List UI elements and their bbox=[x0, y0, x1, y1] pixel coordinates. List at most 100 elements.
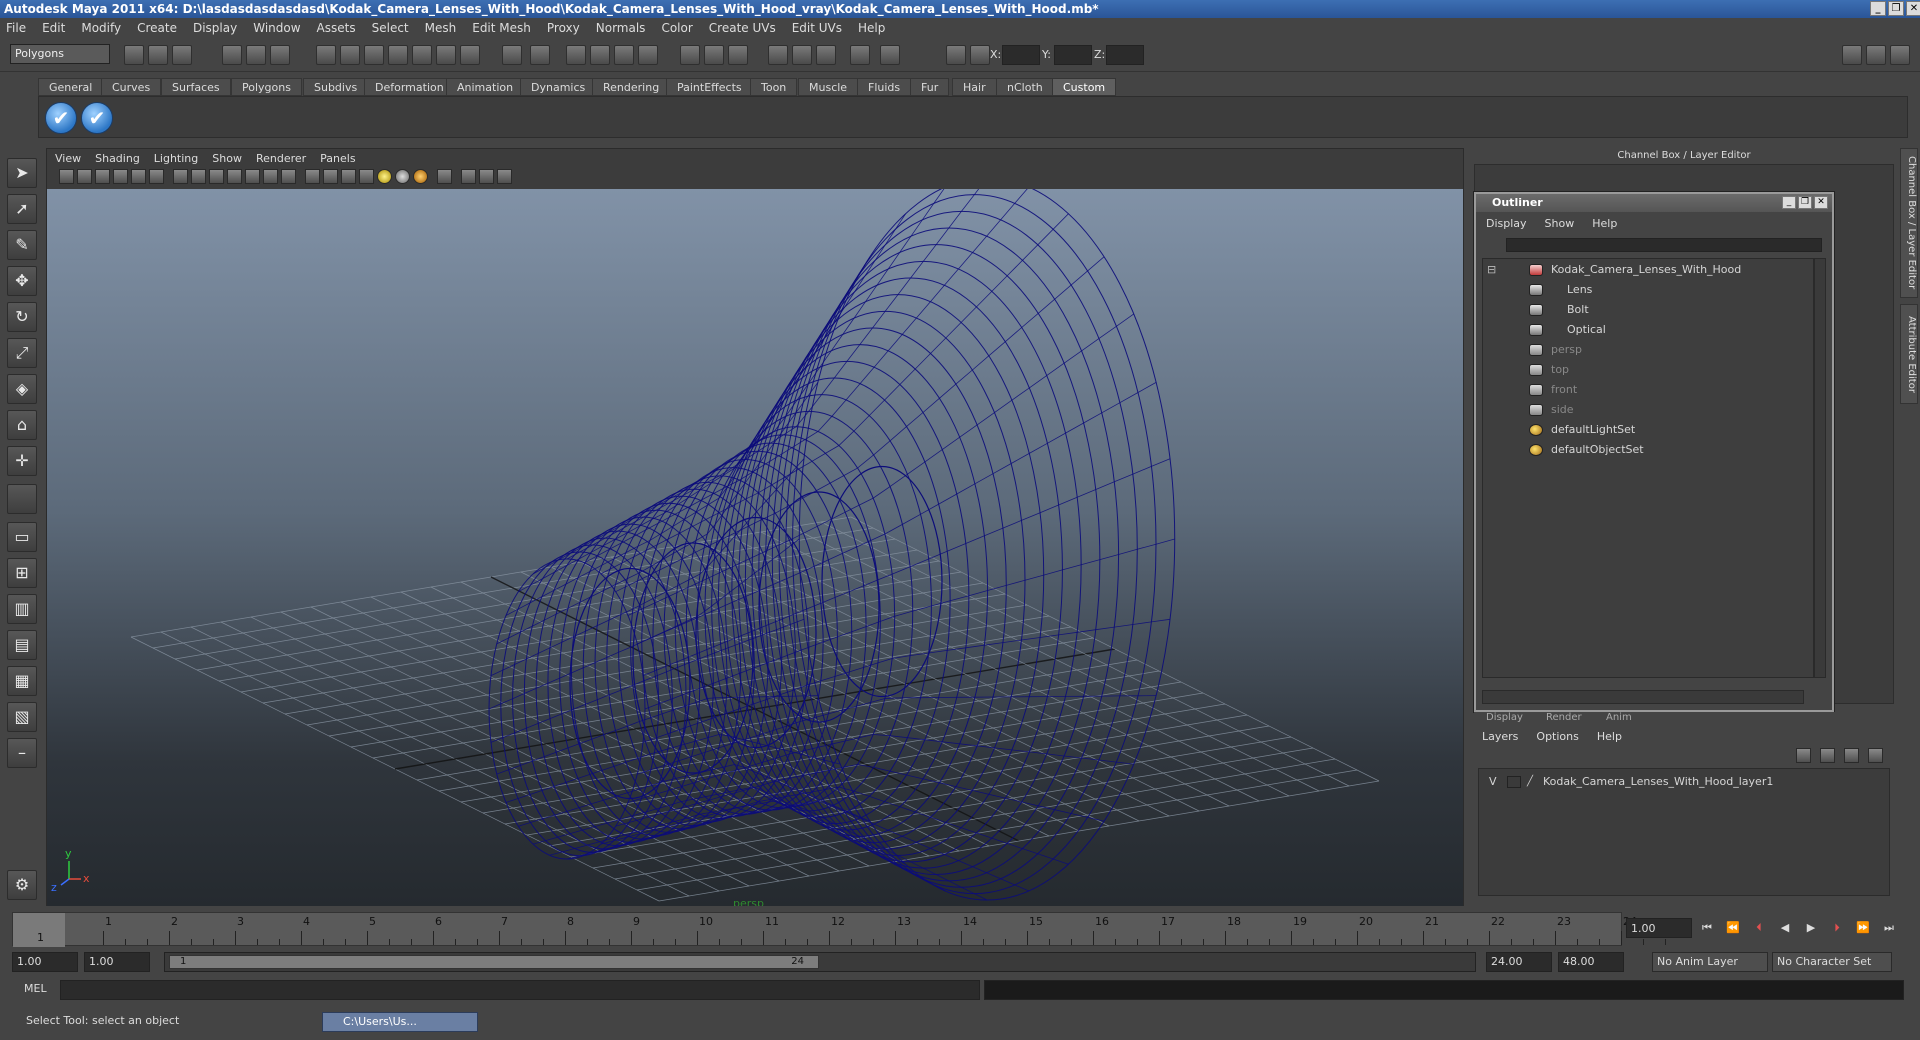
tool-settings-toggle-icon[interactable] bbox=[816, 45, 836, 65]
four-view-layout-icon[interactable]: ⊞ bbox=[7, 558, 37, 588]
channel-box-toggle-icon[interactable] bbox=[850, 45, 870, 65]
manipulator-icon[interactable]: ◈ bbox=[7, 374, 37, 404]
coord-toggle-icon[interactable] bbox=[946, 45, 966, 65]
go-to-end-icon[interactable]: ⏭ bbox=[1878, 919, 1900, 937]
minimized-window-tab[interactable]: C:\Users\Us... bbox=[322, 1012, 478, 1032]
layer-menu-layers[interactable]: Layers bbox=[1482, 730, 1518, 743]
select-component-icon[interactable] bbox=[270, 45, 290, 65]
backface-culling-icon[interactable] bbox=[497, 169, 512, 184]
playback-start-field[interactable]: 1.00 bbox=[84, 952, 150, 972]
render-settings-icon[interactable] bbox=[614, 45, 634, 65]
play-backwards-icon[interactable]: ◀ bbox=[1774, 919, 1796, 937]
animation-start-field[interactable]: 1.00 bbox=[12, 952, 78, 972]
show-channel-box-icon[interactable] bbox=[1842, 45, 1862, 65]
film-gate-icon[interactable] bbox=[191, 169, 206, 184]
persp-graph-layout-icon[interactable]: ▤ bbox=[7, 630, 37, 660]
xray-joints-icon[interactable] bbox=[479, 169, 494, 184]
layer-tab-anim[interactable]: Anim bbox=[1606, 712, 1632, 723]
side-tab-channel-box[interactable]: Channel Box / Layer Editor bbox=[1900, 148, 1918, 298]
select-hierarchy-icon[interactable] bbox=[222, 45, 242, 65]
menu-proxy[interactable]: Proxy bbox=[547, 21, 580, 35]
shelf-tab-dynamics[interactable]: Dynamics bbox=[520, 78, 597, 96]
bookmarks-icon[interactable] bbox=[95, 169, 110, 184]
rotate-tool-icon[interactable]: ↻ bbox=[7, 302, 37, 332]
input-line-icon[interactable] bbox=[680, 45, 700, 65]
last-tool-icon[interactable]: ✛ bbox=[7, 446, 37, 476]
persp-outliner-layout-icon[interactable]: ▥ bbox=[7, 594, 37, 624]
shadows-icon[interactable] bbox=[413, 169, 428, 184]
lock-icon[interactable] bbox=[502, 45, 522, 65]
single-perspective-layout-icon[interactable]: ▭ bbox=[7, 522, 37, 552]
menu-set-dropdown[interactable]: Polygons bbox=[10, 44, 110, 64]
step-back-frame-icon[interactable]: ⏴ bbox=[1748, 919, 1770, 937]
rename-icon[interactable] bbox=[704, 45, 724, 65]
history-icon[interactable] bbox=[436, 45, 456, 65]
grid-icon[interactable] bbox=[173, 169, 188, 184]
shelf-tab-ncloth[interactable]: nCloth bbox=[996, 78, 1054, 96]
safe-action-icon[interactable] bbox=[263, 169, 278, 184]
outliner-item-defaultlightset[interactable]: defaultLightSet bbox=[1487, 421, 1807, 439]
z-field[interactable] bbox=[1106, 45, 1144, 65]
scale-tool-icon[interactable]: ⤢ bbox=[7, 338, 37, 368]
wireframe-on-shaded-icon[interactable] bbox=[341, 169, 356, 184]
shelf-tab-custom[interactable]: Custom bbox=[1052, 78, 1117, 96]
move-layer-down-icon[interactable] bbox=[1820, 748, 1835, 763]
paint-select-icon[interactable]: ✎ bbox=[7, 230, 37, 260]
menu-normals[interactable]: Normals bbox=[596, 21, 646, 35]
select-object-icon[interactable] bbox=[246, 45, 266, 65]
save-scene-icon[interactable] bbox=[172, 45, 192, 65]
outliner-item-optical[interactable]: Optical bbox=[1487, 321, 1807, 339]
transform-mode-icon[interactable] bbox=[970, 45, 990, 65]
restore-button[interactable]: ❐ bbox=[1888, 1, 1904, 16]
outliner-item-persp[interactable]: persp bbox=[1487, 341, 1807, 359]
layer-tab-display[interactable]: Display bbox=[1486, 712, 1523, 723]
outliner-item-root[interactable]: ⊟ Kodak_Camera_Lenses_With_Hood bbox=[1487, 261, 1807, 279]
menu-edit[interactable]: Edit bbox=[42, 21, 65, 35]
outliner-vertical-scrollbar[interactable] bbox=[1814, 258, 1826, 678]
grease-pencil-icon[interactable] bbox=[149, 169, 164, 184]
current-time-field[interactable]: 1.00 bbox=[1626, 918, 1692, 938]
shelf-tab-toon[interactable]: Toon bbox=[750, 78, 798, 96]
shelf-tab-rendering[interactable]: Rendering bbox=[592, 78, 671, 96]
layout-options-icon[interactable]: – bbox=[7, 738, 37, 768]
two-d-pan-icon[interactable] bbox=[131, 169, 146, 184]
snap-point-icon[interactable] bbox=[364, 45, 384, 65]
resolution-gate-icon[interactable] bbox=[209, 169, 224, 184]
outliner-menu-help[interactable]: Help bbox=[1592, 217, 1617, 230]
menu-create-uvs[interactable]: Create UVs bbox=[709, 21, 776, 35]
snap-plane-icon[interactable] bbox=[388, 45, 408, 65]
hypershade-persp-layout-icon[interactable]: ▦ bbox=[7, 666, 37, 696]
outliner-horizontal-scrollbar[interactable] bbox=[1482, 690, 1804, 704]
close-button[interactable]: ✕ bbox=[1906, 1, 1920, 16]
mel-input-field[interactable] bbox=[60, 980, 980, 1000]
create-empty-layer-icon[interactable] bbox=[1844, 748, 1859, 763]
menu-mesh[interactable]: Mesh bbox=[425, 21, 457, 35]
menu-display[interactable]: Display bbox=[193, 21, 237, 35]
panel-menu-lighting[interactable]: Lighting bbox=[154, 152, 198, 165]
wireframe-shading-icon[interactable] bbox=[305, 169, 320, 184]
layer-visibility-toggle[interactable]: V bbox=[1489, 773, 1497, 791]
command-language-toggle[interactable]: MEL bbox=[24, 982, 47, 995]
outliner-item-lens[interactable]: Lens bbox=[1487, 281, 1807, 299]
range-slider[interactable]: 1 24 bbox=[164, 952, 1476, 972]
side-tab-attribute-editor[interactable]: Attribute Editor bbox=[1900, 304, 1918, 404]
isolate-select-icon[interactable] bbox=[437, 169, 452, 184]
outliner-maximize-button[interactable]: ❐ bbox=[1798, 196, 1812, 209]
outliner-close-button[interactable]: ✕ bbox=[1814, 196, 1828, 209]
hypershade-icon[interactable] bbox=[638, 45, 658, 65]
field-chart-icon[interactable] bbox=[245, 169, 260, 184]
make-live-icon[interactable] bbox=[412, 45, 432, 65]
layer-type-toggle[interactable] bbox=[1507, 776, 1521, 788]
play-forwards-icon[interactable]: ▶ bbox=[1800, 919, 1822, 937]
panel-menu-view[interactable]: View bbox=[55, 152, 81, 165]
time-slider[interactable]: 1 12345678910111213141516171819202122232… bbox=[12, 912, 1666, 947]
animation-end-field[interactable]: 48.00 bbox=[1558, 952, 1624, 972]
shelf-tab-fur[interactable]: Fur bbox=[910, 78, 950, 96]
shelf-tab-deformation[interactable]: Deformation bbox=[364, 78, 455, 96]
panel-menu-shading[interactable]: Shading bbox=[95, 152, 140, 165]
panel-menu-renderer[interactable]: Renderer bbox=[256, 152, 306, 165]
sidebar-toggle-icon[interactable] bbox=[768, 45, 788, 65]
smooth-shading-icon[interactable] bbox=[323, 169, 338, 184]
outliner-filter-field[interactable] bbox=[1506, 238, 1822, 252]
layer-menu-help[interactable]: Help bbox=[1597, 730, 1622, 743]
